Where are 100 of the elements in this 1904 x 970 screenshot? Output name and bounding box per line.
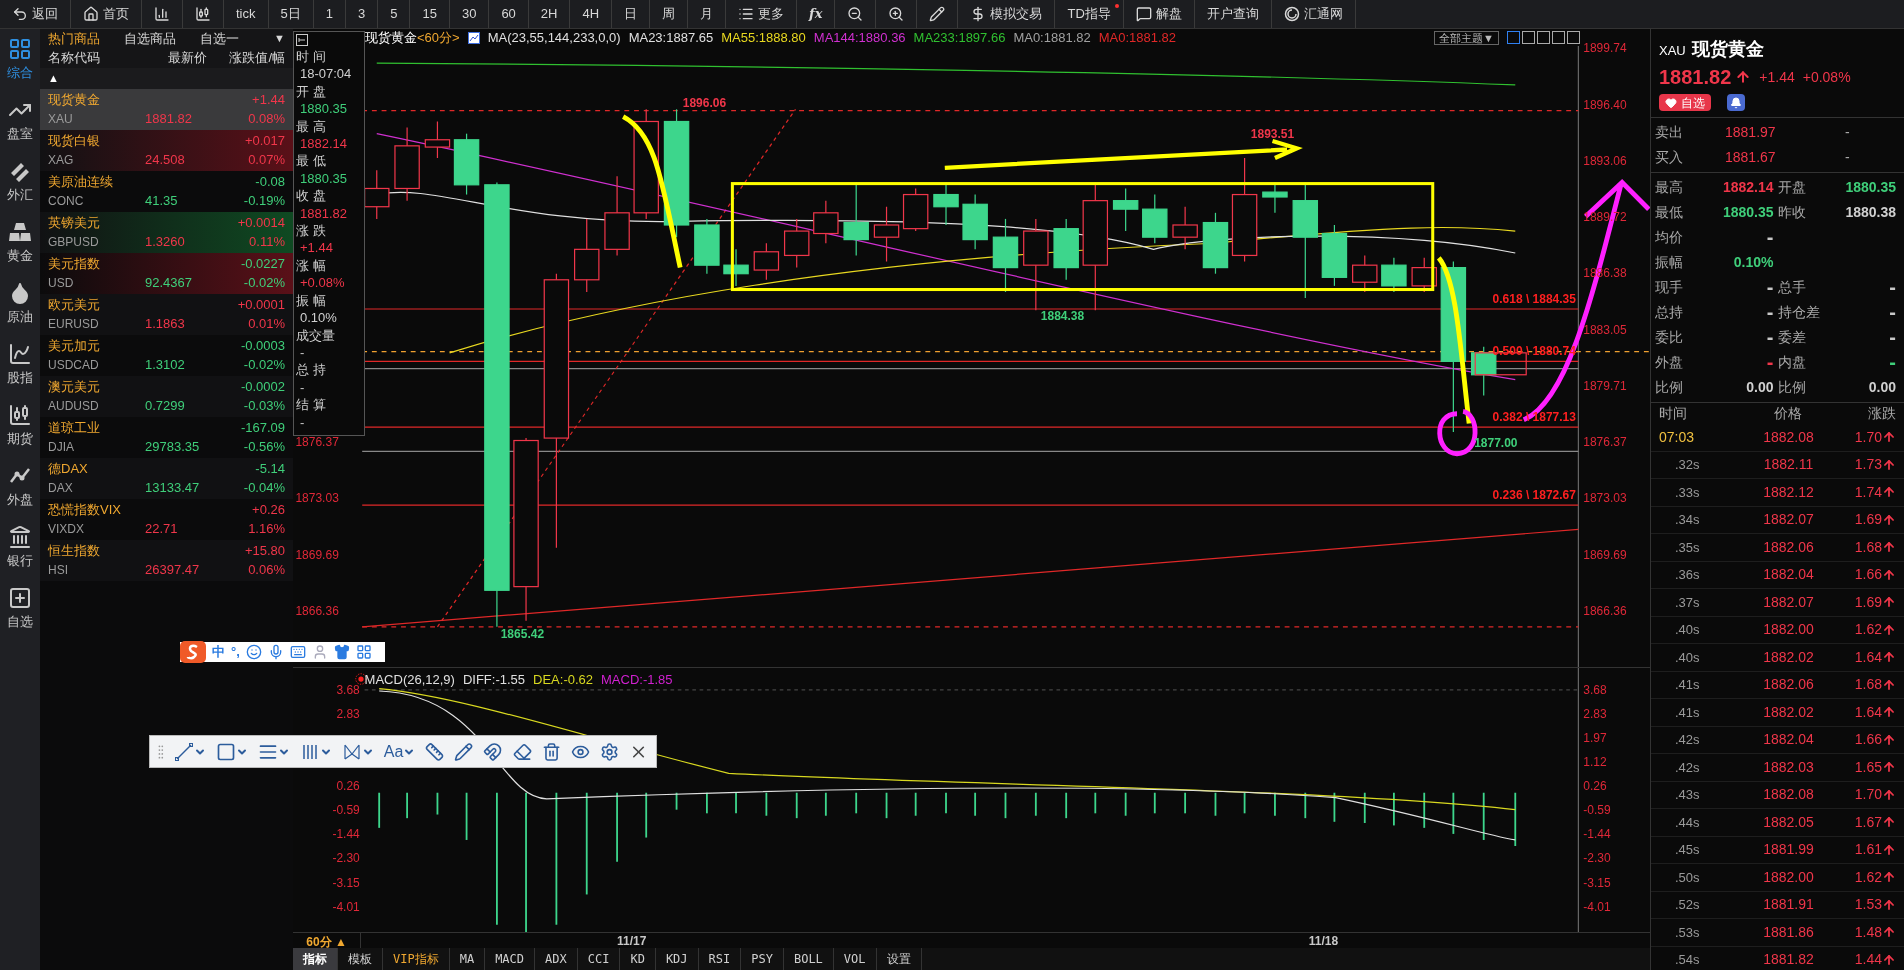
price-axis-label: 1876.37: [1583, 434, 1627, 452]
watch-button[interactable]: 自选: [1659, 94, 1711, 111]
toolbar-button[interactable]: 汇通网: [1271, 0, 1356, 28]
price-axis-label: 1866.36: [1583, 603, 1627, 620]
indicator-tab[interactable]: KDJ: [655, 948, 699, 970]
tick-price: 1882.05: [1762, 812, 1815, 832]
toolbar-button[interactable]: fx: [797, 0, 836, 28]
toolbar-button[interactable]: 4H: [570, 0, 613, 28]
toolbar-button[interactable]: 30: [449, 0, 490, 28]
toolbar-button[interactable]: tick: [224, 0, 269, 28]
toolbar-button[interactable]: 60: [489, 0, 529, 28]
macd-axis-label: 2.83: [336, 705, 360, 723]
info-value: +1.44: [299, 239, 334, 257]
nav-item[interactable]: 股指: [0, 334, 40, 395]
toolbar-button[interactable]: 周: [650, 0, 689, 28]
indicator-tab[interactable]: MACD: [485, 948, 536, 970]
tick-time: .52s: [1674, 896, 1701, 914]
instrument-name: 现货黄金: [48, 91, 101, 110]
watchlist-row[interactable]: 欧元美元 +0.0001 EURUSD 1.1863 0.01%: [40, 294, 293, 335]
indicator-tab[interactable]: 指标: [293, 948, 338, 970]
tick-change: 1.68: [1853, 675, 1882, 695]
nav-item[interactable]: 外盘: [0, 456, 40, 517]
indicator-tab[interactable]: BOLL: [783, 948, 834, 970]
indicator-tab[interactable]: VOL: [833, 948, 877, 970]
nav-item[interactable]: 外汇: [0, 151, 40, 212]
toolbar-button[interactable]: 1: [313, 0, 346, 28]
watchlist-row[interactable]: 现货黄金 +1.44 XAU 1881.82 0.08%: [40, 89, 293, 130]
watchlist-row[interactable]: 德DAX -5.14 DAX 13133.47 -0.04%: [40, 458, 293, 499]
tick-price: 1882.06: [1762, 675, 1815, 695]
toolbar-button[interactable]: 开户查询: [1194, 0, 1272, 28]
stat-value: -: [1889, 352, 1896, 373]
toolbar-button[interactable]: 5日: [268, 0, 314, 28]
instrument-name: 美元指数: [48, 255, 101, 274]
tick-change: 1.65: [1853, 757, 1882, 777]
indicator-tab[interactable]: ADX: [535, 948, 578, 970]
toolbar-button[interactable]: TD指导: [1055, 0, 1124, 28]
indicator-tab[interactable]: MA: [449, 948, 486, 970]
price-axis-label: 1896.40: [1583, 96, 1627, 114]
watchlist-row[interactable]: 澳元美元 -0.0002 AUDUSD 0.7299 -0.03%: [40, 376, 293, 417]
toolbar-button[interactable]: 更多: [726, 0, 798, 28]
indicator-tab[interactable]: RSI: [698, 948, 742, 970]
toolbar-button[interactable]: 日: [612, 0, 651, 28]
tick-price: 1881.99: [1762, 840, 1815, 860]
indicator-tab[interactable]: 设置: [876, 948, 922, 970]
nav-item[interactable]: 自选: [0, 578, 40, 639]
indicator-tab[interactable]: CCI: [577, 948, 621, 970]
nav-item[interactable]: 综合: [0, 29, 40, 90]
symbol-name: 现货黄金: [1691, 37, 1764, 61]
column-header: 涨跌: [1867, 404, 1896, 423]
toolbar-button[interactable]: 首页: [71, 0, 142, 28]
sort-arrow[interactable]: ▲: [48, 70, 59, 87]
info-label: 结 算: [296, 396, 327, 414]
punctuation-mode[interactable]: °,: [231, 642, 240, 662]
nav-item[interactable]: 黄金: [0, 212, 40, 273]
toolbar-button[interactable]: 15: [410, 0, 450, 28]
tick-price: 1882.08: [1762, 785, 1815, 805]
input-mode[interactable]: 中: [212, 642, 225, 662]
instrument-name: 恐慌指数VIX: [48, 501, 122, 520]
tick-change: 1.73: [1853, 455, 1882, 475]
font-tool-button[interactable]: Aa: [383, 739, 416, 764]
tick-change: 1.44: [1853, 950, 1882, 970]
instrument-name: 英镑美元: [48, 214, 101, 233]
watchlist-tab[interactable]: 自选商品: [124, 28, 176, 49]
theme-dropdown[interactable]: 全部主题▼: [1434, 30, 1499, 45]
price-axis-label: 1873.03: [1583, 490, 1627, 508]
watchlist-tab[interactable]: 热门商品: [48, 28, 100, 49]
last-price: 29783.35: [145, 438, 201, 457]
last-price: 1881.82: [1659, 65, 1732, 90]
watchlist-row[interactable]: 现货白银 +0.017 XAG 24.508 0.07%: [40, 130, 293, 171]
indicator-tab[interactable]: 模板: [338, 948, 383, 970]
tick-price: 1882.08: [1762, 427, 1815, 447]
stat-label: 外盘: [1655, 353, 1683, 372]
tick-price: 1881.82: [1762, 950, 1815, 970]
indicator-tab[interactable]: PSY: [741, 948, 784, 970]
toolbar-button[interactable]: 返回: [0, 0, 71, 28]
watchlist-row[interactable]: 英镑美元 +0.0014 GBPUSD 1.3260 0.11%: [40, 212, 293, 253]
nav-item[interactable]: 银行: [0, 517, 40, 578]
indicator-tab[interactable]: VIP指标: [383, 948, 450, 970]
info-label: 总 持: [296, 361, 327, 379]
change-percent: -0.02%: [242, 356, 285, 375]
last-price: 26397.47: [145, 561, 201, 580]
stat-label: 最低: [1655, 203, 1683, 222]
change-percent: 0.01%: [247, 315, 285, 334]
tick-price: 1881.86: [1762, 922, 1815, 942]
toolbar-button[interactable]: 月: [688, 0, 727, 28]
indicator-tab[interactable]: KD: [620, 948, 656, 970]
tick-price: 1882.07: [1762, 510, 1815, 530]
nav-item[interactable]: 原油: [0, 273, 40, 334]
watchlist-tab[interactable]: 自选一: [200, 28, 239, 49]
watchlist-row[interactable]: 恒生指数 +15.80 HSI 26397.47 0.06%: [40, 540, 293, 581]
toolbar-button[interactable]: 5: [378, 0, 411, 28]
tick-time: .40s: [1674, 621, 1701, 639]
toolbar-button[interactable]: 3: [345, 0, 379, 28]
toolbar-button[interactable]: 解盘: [1123, 0, 1195, 28]
nav-item[interactable]: 盘室: [0, 90, 40, 151]
toolbar-button[interactable]: 2H: [528, 0, 571, 28]
nav-item[interactable]: 期货: [0, 395, 40, 456]
toolbar-button[interactable]: 模拟交易: [958, 0, 1056, 28]
dropdown-button[interactable]: ▼: [274, 30, 285, 47]
change-value: +0.0014: [237, 214, 285, 233]
